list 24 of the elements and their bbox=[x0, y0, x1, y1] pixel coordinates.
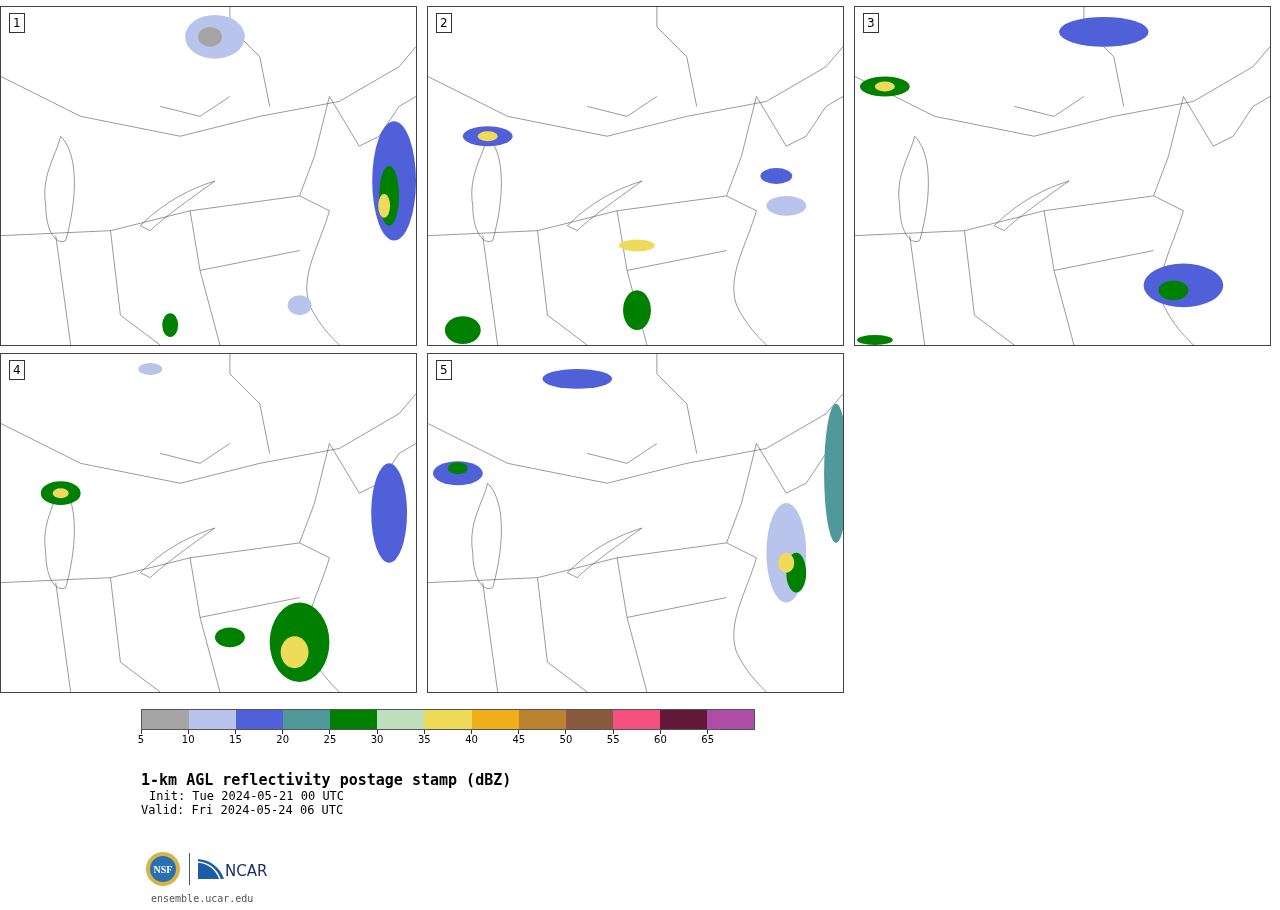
init-time: Init: Tue 2024-05-21 00 UTC bbox=[148, 789, 346, 803]
website-url: ensemble.ucar.edu bbox=[151, 893, 255, 904]
tick-label: 25 bbox=[323, 734, 337, 746]
tick-label: 50 bbox=[559, 734, 573, 746]
panel-number: 3 bbox=[863, 13, 879, 33]
panel-number: 4 bbox=[9, 360, 25, 380]
chart-title: 1-km AGL reflectivity postage stamp (dBZ) bbox=[141, 771, 513, 789]
nsf-logo: NSF bbox=[145, 851, 181, 887]
tick-label: 60 bbox=[654, 734, 667, 746]
tick-label: 55 bbox=[606, 734, 620, 746]
tick-label: 15 bbox=[229, 734, 242, 746]
tick-label: 40 bbox=[465, 734, 478, 746]
panel-number: 2 bbox=[436, 13, 452, 33]
panel-number: 1 bbox=[9, 13, 25, 33]
tick-label: 35 bbox=[417, 734, 431, 746]
tick-label: 65 bbox=[701, 734, 714, 746]
valid-time: Valid: Fri 2024-05-24 06 UTC bbox=[141, 803, 345, 817]
panel-number: 5 bbox=[436, 360, 452, 380]
tick-label: 5 bbox=[137, 734, 145, 746]
tick-label: 20 bbox=[276, 734, 290, 746]
ncar-logo: NCAR bbox=[198, 859, 268, 879]
tick-label: 10 bbox=[181, 734, 195, 746]
tick-label: 45 bbox=[512, 734, 526, 746]
tick-label: 30 bbox=[370, 734, 384, 746]
